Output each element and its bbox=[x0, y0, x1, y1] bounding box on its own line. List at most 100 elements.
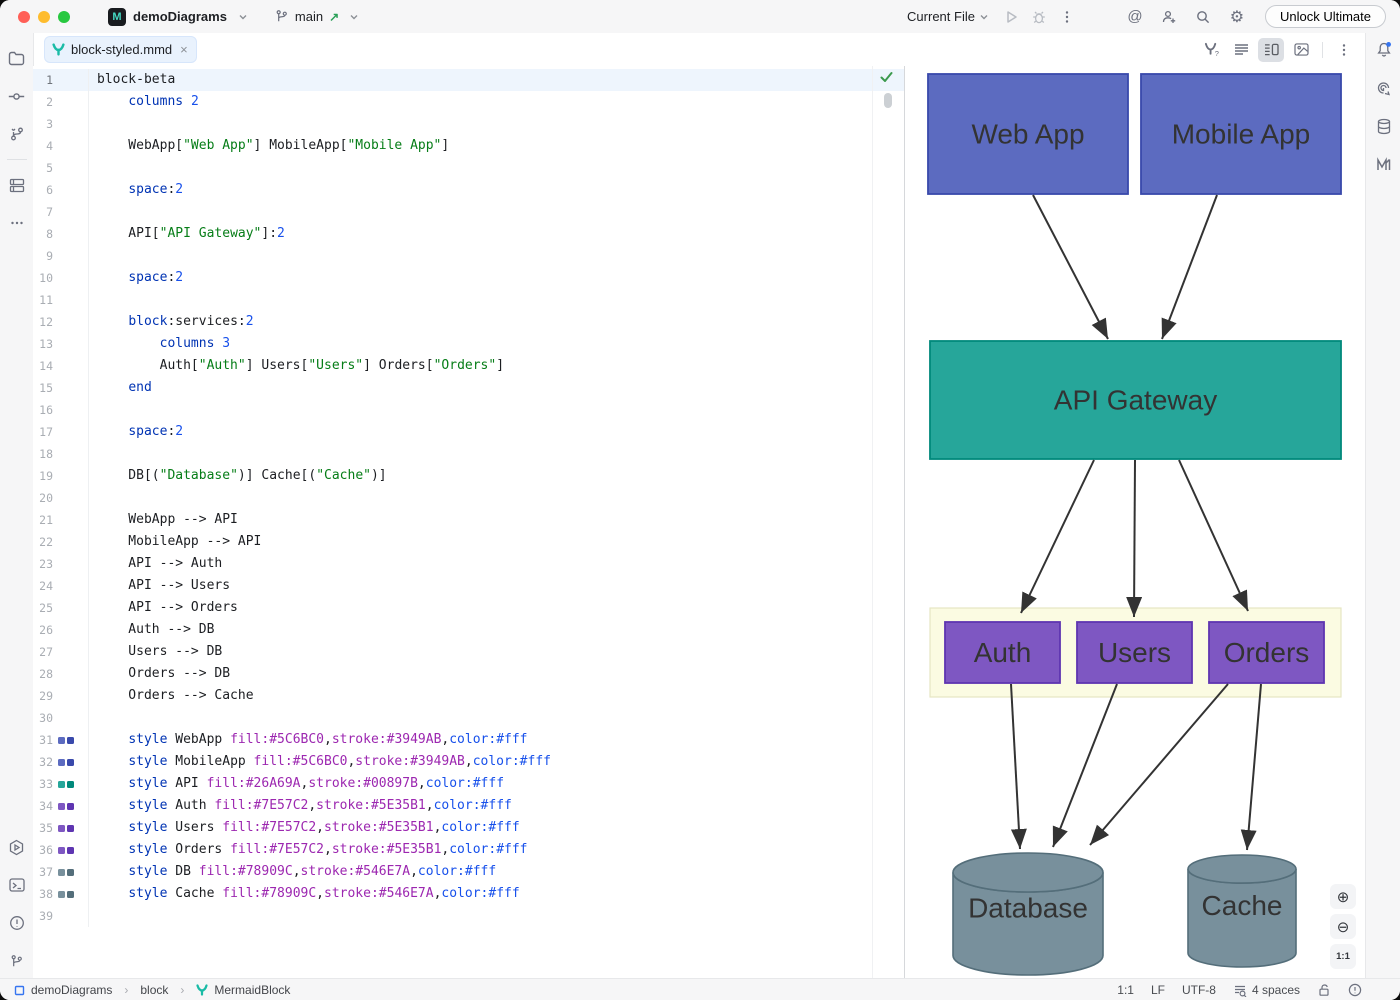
code-line[interactable]: 8 API["API Gateway"]:2 bbox=[33, 223, 904, 245]
code-line[interactable]: 27 Users --> DB bbox=[33, 641, 904, 663]
zoom-window-button[interactable] bbox=[58, 11, 70, 23]
code-line[interactable]: 38 style Cache fill:#78909C,stroke:#546E… bbox=[33, 883, 904, 905]
color-swatch[interactable] bbox=[58, 737, 65, 744]
code-line[interactable]: 5 bbox=[33, 157, 904, 179]
more-run-actions-button[interactable] bbox=[1055, 5, 1079, 29]
code-line[interactable]: 18 bbox=[33, 443, 904, 465]
code-line[interactable]: 14 Auth["Auth"] Users["Users"] Orders["O… bbox=[33, 355, 904, 377]
code-line[interactable]: 13 columns 3 bbox=[33, 333, 904, 355]
code-line[interactable]: 2 columns 2 bbox=[33, 91, 904, 113]
code-line[interactable]: 11 bbox=[33, 289, 904, 311]
close-window-button[interactable] bbox=[18, 11, 30, 23]
inspections-ok-icon[interactable] bbox=[879, 70, 894, 84]
code-line[interactable]: 4 WebApp["Web App"] MobileApp["Mobile Ap… bbox=[33, 135, 904, 157]
code-line[interactable]: 29 Orders --> Cache bbox=[33, 685, 904, 707]
code-line[interactable]: 39 bbox=[33, 905, 904, 927]
unlock-ultimate-button[interactable]: Unlock Ultimate bbox=[1265, 5, 1386, 28]
indent-widget[interactable]: 4 spaces bbox=[1233, 983, 1300, 997]
notifications-bell-icon[interactable] bbox=[1371, 37, 1397, 63]
color-swatch[interactable] bbox=[58, 847, 65, 854]
terminal-tool-icon[interactable] bbox=[4, 872, 30, 898]
mermaid-preview-panel[interactable]: Web AppMobile AppAPI GatewayAuthUsersOrd… bbox=[905, 66, 1365, 978]
code-line[interactable]: 30 bbox=[33, 707, 904, 729]
zoom-in-button[interactable]: ⊕ bbox=[1330, 884, 1356, 909]
mermaid-help-icon[interactable]: ? bbox=[1198, 38, 1224, 62]
tab-block-styled-mmd[interactable]: block-styled.mmd × bbox=[44, 36, 197, 63]
breadcrumb-block[interactable]: block bbox=[140, 983, 168, 997]
code-line[interactable]: 1block-beta bbox=[33, 69, 904, 91]
settings-gear-icon[interactable]: ⚙ bbox=[1225, 5, 1249, 29]
code-line[interactable]: 34 style Auth fill:#7E57C2,stroke:#5E35B… bbox=[33, 795, 904, 817]
project-tool-icon[interactable] bbox=[4, 45, 30, 71]
editor-only-view-icon[interactable] bbox=[1228, 38, 1254, 62]
code-line[interactable]: 24 API --> Users bbox=[33, 575, 904, 597]
color-swatch[interactable] bbox=[67, 825, 74, 832]
code-line[interactable]: 26 Auth --> DB bbox=[33, 619, 904, 641]
code-line[interactable]: 22 MobileApp --> API bbox=[33, 531, 904, 553]
color-swatch[interactable] bbox=[67, 759, 74, 766]
editor-scrollbar-thumb[interactable] bbox=[884, 93, 892, 108]
color-swatch[interactable] bbox=[67, 781, 74, 788]
code-line[interactable]: 37 style DB fill:#78909C,stroke:#546E7A,… bbox=[33, 861, 904, 883]
color-swatch[interactable] bbox=[67, 891, 74, 898]
ai-assistant-icon[interactable]: @ bbox=[1123, 5, 1147, 29]
encoding-widget[interactable]: UTF-8 bbox=[1182, 983, 1216, 997]
split-view-icon[interactable] bbox=[1258, 38, 1284, 62]
color-swatch[interactable] bbox=[58, 759, 65, 766]
search-everywhere-icon[interactable] bbox=[1191, 5, 1215, 29]
zoom-out-button[interactable]: ⊖ bbox=[1330, 914, 1356, 939]
code-line[interactable]: 35 style Users fill:#7E57C2,stroke:#5E35… bbox=[33, 817, 904, 839]
color-swatch[interactable] bbox=[58, 891, 65, 898]
ai-assistant-tool-icon[interactable] bbox=[1371, 75, 1397, 101]
code-line[interactable]: 15 end bbox=[33, 377, 904, 399]
color-swatch[interactable] bbox=[58, 825, 65, 832]
vcs-graph-tool-icon[interactable] bbox=[4, 121, 30, 147]
run-button[interactable] bbox=[999, 5, 1023, 29]
structure-tool-icon[interactable] bbox=[4, 172, 30, 198]
code-line[interactable]: 19 DB[("Database")] Cache[("Cache")] bbox=[33, 465, 904, 487]
color-swatch[interactable] bbox=[67, 847, 74, 854]
breadcrumb-project[interactable]: demoDiagrams bbox=[31, 983, 112, 997]
code-line[interactable]: 31 style WebApp fill:#5C6BC0,stroke:#394… bbox=[33, 729, 904, 751]
tab-close-icon[interactable]: × bbox=[180, 43, 188, 56]
code-line[interactable]: 28 Orders --> DB bbox=[33, 663, 904, 685]
problems-tool-icon[interactable] bbox=[4, 910, 30, 936]
git-tool-icon[interactable] bbox=[4, 948, 30, 974]
code-editor[interactable]: 1block-beta2 columns 234 WebApp["Web App… bbox=[33, 66, 904, 978]
code-line[interactable]: 9 bbox=[33, 245, 904, 267]
code-line[interactable]: 36 style Orders fill:#7E57C2,stroke:#5E3… bbox=[33, 839, 904, 861]
code-line[interactable]: 12 block:services:2 bbox=[33, 311, 904, 333]
code-line[interactable]: 33 style API fill:#26A69A,stroke:#00897B… bbox=[33, 773, 904, 795]
code-line[interactable]: 17 space:2 bbox=[33, 421, 904, 443]
caret-position-widget[interactable]: 1:1 bbox=[1117, 983, 1134, 997]
project-widget[interactable]: M demoDiagrams bbox=[108, 8, 248, 26]
services-tool-icon[interactable] bbox=[4, 834, 30, 860]
color-swatch[interactable] bbox=[67, 803, 74, 810]
database-tool-icon[interactable] bbox=[1371, 113, 1397, 139]
color-swatch[interactable] bbox=[58, 803, 65, 810]
preview-only-view-icon[interactable] bbox=[1288, 38, 1314, 62]
mermaid-tool-icon[interactable] bbox=[1371, 151, 1397, 177]
code-line[interactable]: 10 space:2 bbox=[33, 267, 904, 289]
run-config-selector[interactable]: Current File bbox=[901, 9, 995, 24]
more-tools-icon[interactable] bbox=[4, 210, 30, 236]
branch-widget[interactable]: main ↗ bbox=[274, 9, 359, 24]
zoom-reset-button[interactable]: 1:1 bbox=[1330, 944, 1356, 969]
more-options-icon[interactable] bbox=[1331, 38, 1357, 62]
code-line[interactable]: 3 bbox=[33, 113, 904, 135]
unlocked-icon[interactable] bbox=[1317, 983, 1331, 997]
commit-tool-icon[interactable] bbox=[4, 83, 30, 109]
code-line[interactable]: 20 bbox=[33, 487, 904, 509]
code-line[interactable]: 23 API --> Auth bbox=[33, 553, 904, 575]
breadcrumb-element[interactable]: MermaidBlock bbox=[214, 983, 290, 997]
code-line[interactable]: 21 WebApp --> API bbox=[33, 509, 904, 531]
color-swatch[interactable] bbox=[58, 869, 65, 876]
color-swatch[interactable] bbox=[58, 781, 65, 788]
code-line[interactable]: 32 style MobileApp fill:#5C6BC0,stroke:#… bbox=[33, 751, 904, 773]
line-separator-widget[interactable]: LF bbox=[1151, 983, 1165, 997]
color-swatch[interactable] bbox=[67, 737, 74, 744]
code-line[interactable]: 7 bbox=[33, 201, 904, 223]
code-line[interactable]: 6 space:2 bbox=[33, 179, 904, 201]
code-with-me-icon[interactable] bbox=[1157, 5, 1181, 29]
debug-button[interactable] bbox=[1027, 5, 1051, 29]
